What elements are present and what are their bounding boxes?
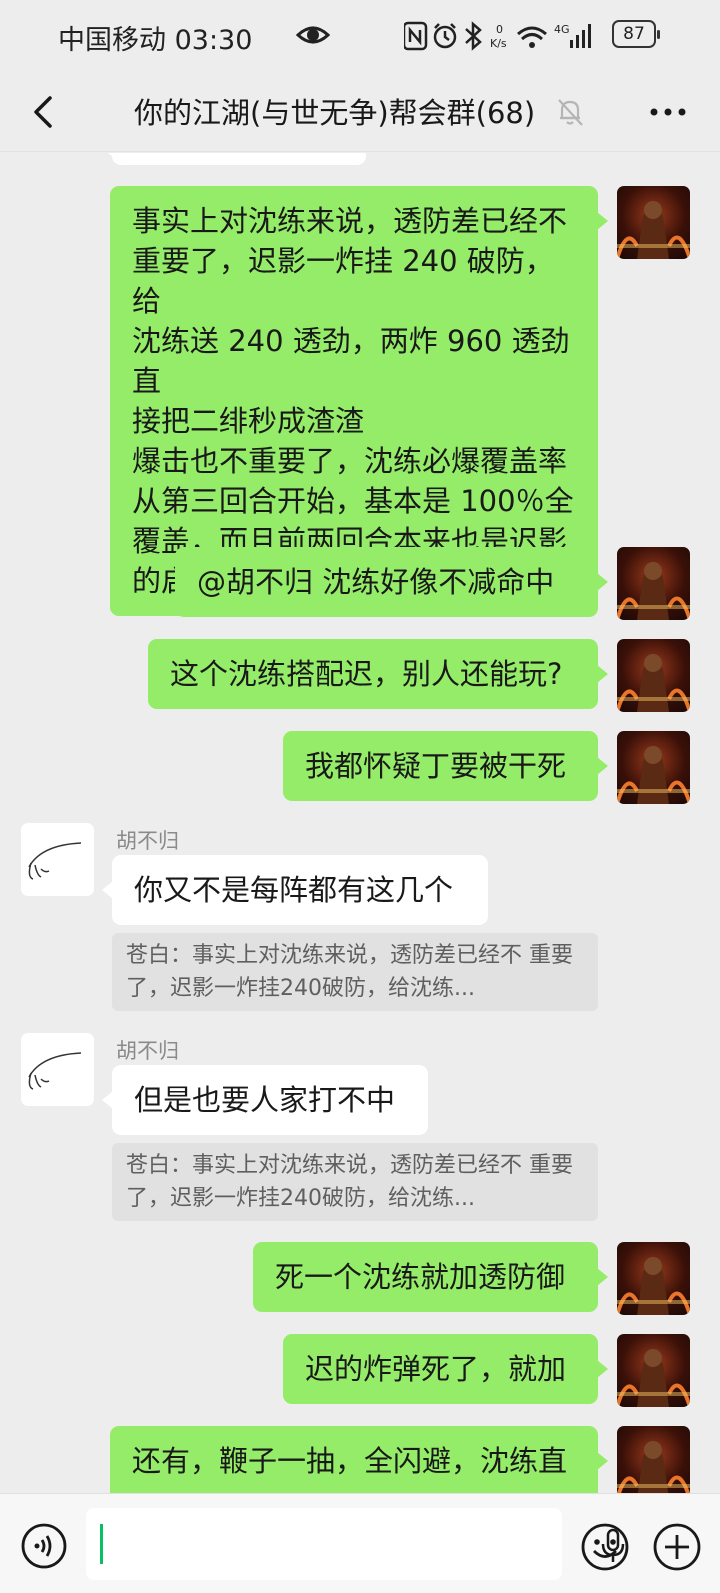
signal-icon xyxy=(570,24,591,48)
avatar[interactable] xyxy=(21,823,94,896)
avatar[interactable] xyxy=(617,1426,690,1493)
input-bar xyxy=(0,1493,720,1593)
voice-icon[interactable] xyxy=(20,1522,68,1570)
message-bubble-partial[interactable] xyxy=(102,153,366,165)
bell-muted-icon xyxy=(558,99,583,126)
quoted-message[interactable]: 苍白：事实上对沈练来说，透防差已经不 重要了，迟影一炸挂240破防，给沈练... xyxy=(112,1143,598,1221)
chevron-left-icon[interactable] xyxy=(26,92,62,132)
bluetooth-icon xyxy=(465,21,482,51)
message-bubble[interactable]: 这个沈练搭配迟，别人还能玩? xyxy=(148,639,608,709)
chat-header: 你的江湖(与世无争)帮会群(68) xyxy=(0,72,720,152)
message-bubble[interactable]: 但是也要人家打不中 xyxy=(102,1065,428,1135)
status-bar: 中国移动 03:30 0 K/s 4G 87 xyxy=(0,0,720,72)
message-bubble[interactable]: 还有，鞭子一抽，全闪避，沈练直 xyxy=(110,1426,608,1493)
message-bubble[interactable]: 迟的炸弹死了，就加 xyxy=(283,1334,608,1404)
eye-icon xyxy=(296,26,330,44)
net-speed-unit: K/s xyxy=(490,37,507,50)
avatar[interactable] xyxy=(617,1334,690,1407)
net-speed-value: 0 xyxy=(496,23,503,36)
sender-name: 胡不归 xyxy=(116,1039,179,1063)
avatar[interactable] xyxy=(617,1242,690,1315)
plus-icon[interactable] xyxy=(652,1522,702,1572)
battery-indicator: 87 xyxy=(612,20,660,48)
text-caret xyxy=(100,1524,103,1564)
message-input[interactable] xyxy=(86,1508,625,1580)
message-list[interactable]: 事实上对沈练来说，透防差已经不 重要了，迟影一炸挂 240 破防，给 沈练送 2… xyxy=(0,153,720,1493)
wifi-icon xyxy=(517,26,547,48)
sender-name: 胡不归 xyxy=(116,829,179,853)
avatar[interactable] xyxy=(21,1033,94,1106)
avatar[interactable] xyxy=(617,731,690,804)
nfc-icon xyxy=(404,21,428,51)
chat-title[interactable]: 你的江湖(与世无争)帮会群(68) xyxy=(134,90,535,132)
emoji-icon[interactable] xyxy=(580,1522,630,1572)
signal-type: 4G xyxy=(554,23,570,36)
message-bubble[interactable]: 你又不是每阵都有这几个 xyxy=(102,855,488,925)
message-bubble[interactable]: 死一个沈练就加透防御 xyxy=(253,1242,608,1312)
message-bubble[interactable]: 我都怀疑丁要被干死 xyxy=(283,731,608,801)
avatar[interactable] xyxy=(617,547,690,620)
quoted-message[interactable]: 苍白：事实上对沈练来说，透防差已经不 重要了，迟影一炸挂240破防，给沈练... xyxy=(112,933,598,1011)
more-dots-icon[interactable] xyxy=(648,100,688,124)
carrier-time: 中国移动 03:30 xyxy=(58,25,253,56)
message-bubble[interactable]: @胡不归 沈练好像不减命中 xyxy=(175,547,608,617)
avatar[interactable] xyxy=(617,639,690,712)
alarm-icon xyxy=(433,23,457,49)
avatar[interactable] xyxy=(617,186,690,259)
